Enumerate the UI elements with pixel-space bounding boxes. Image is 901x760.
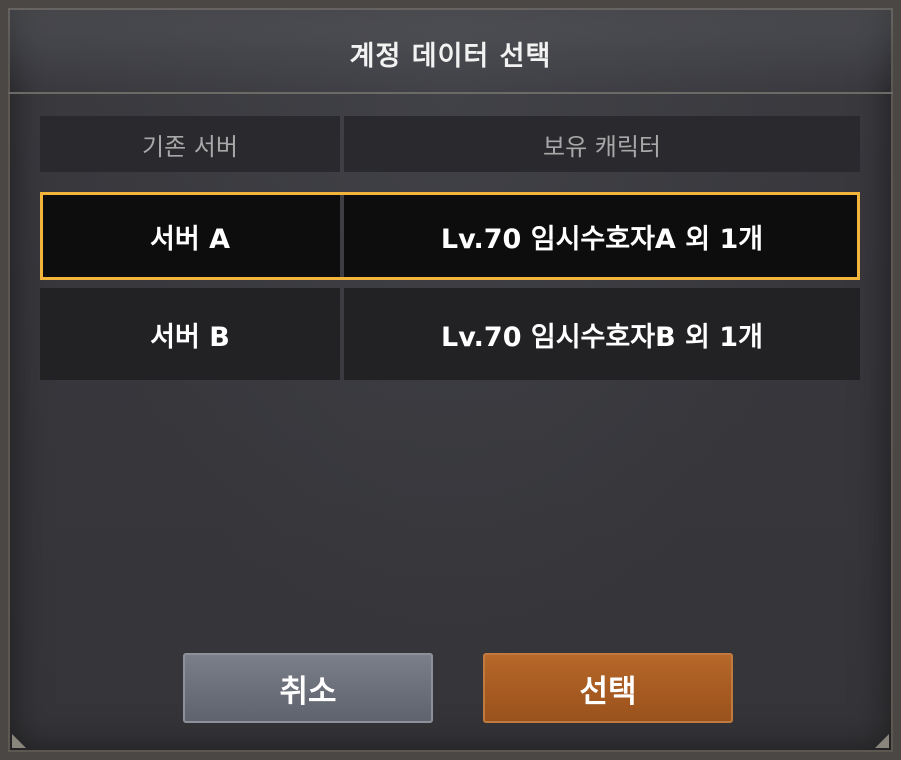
header-owned-characters: 보유 캐릭터 xyxy=(344,116,860,172)
account-data-select-dialog: 계정 데이터 선택 기존 서버 보유 캐릭터 서버 A Lv.70 임시수호자A… xyxy=(0,0,901,760)
dialog-buttons: 취소 선택 xyxy=(8,653,893,723)
server-name-cell: 서버 B xyxy=(40,288,340,380)
character-summary-cell: Lv.70 임시수호자B 외 1개 xyxy=(344,288,860,380)
server-row-a[interactable]: 서버 A Lv.70 임시수호자A 외 1개 xyxy=(40,192,860,280)
header-existing-server: 기존 서버 xyxy=(40,116,340,172)
server-name-cell: 서버 A xyxy=(40,192,340,280)
corner-ornament-icon xyxy=(875,734,889,748)
dialog-title-bar: 계정 데이터 선택 xyxy=(8,8,893,94)
table-header-row: 기존 서버 보유 캐릭터 xyxy=(40,116,860,172)
server-row-b[interactable]: 서버 B Lv.70 임시수호자B 외 1개 xyxy=(40,288,860,380)
corner-ornament-icon xyxy=(12,734,26,748)
character-summary-cell: Lv.70 임시수호자A 외 1개 xyxy=(344,192,860,280)
dialog-title: 계정 데이터 선택 xyxy=(349,41,552,72)
cancel-button[interactable]: 취소 xyxy=(183,653,433,723)
select-button[interactable]: 선택 xyxy=(483,653,733,723)
